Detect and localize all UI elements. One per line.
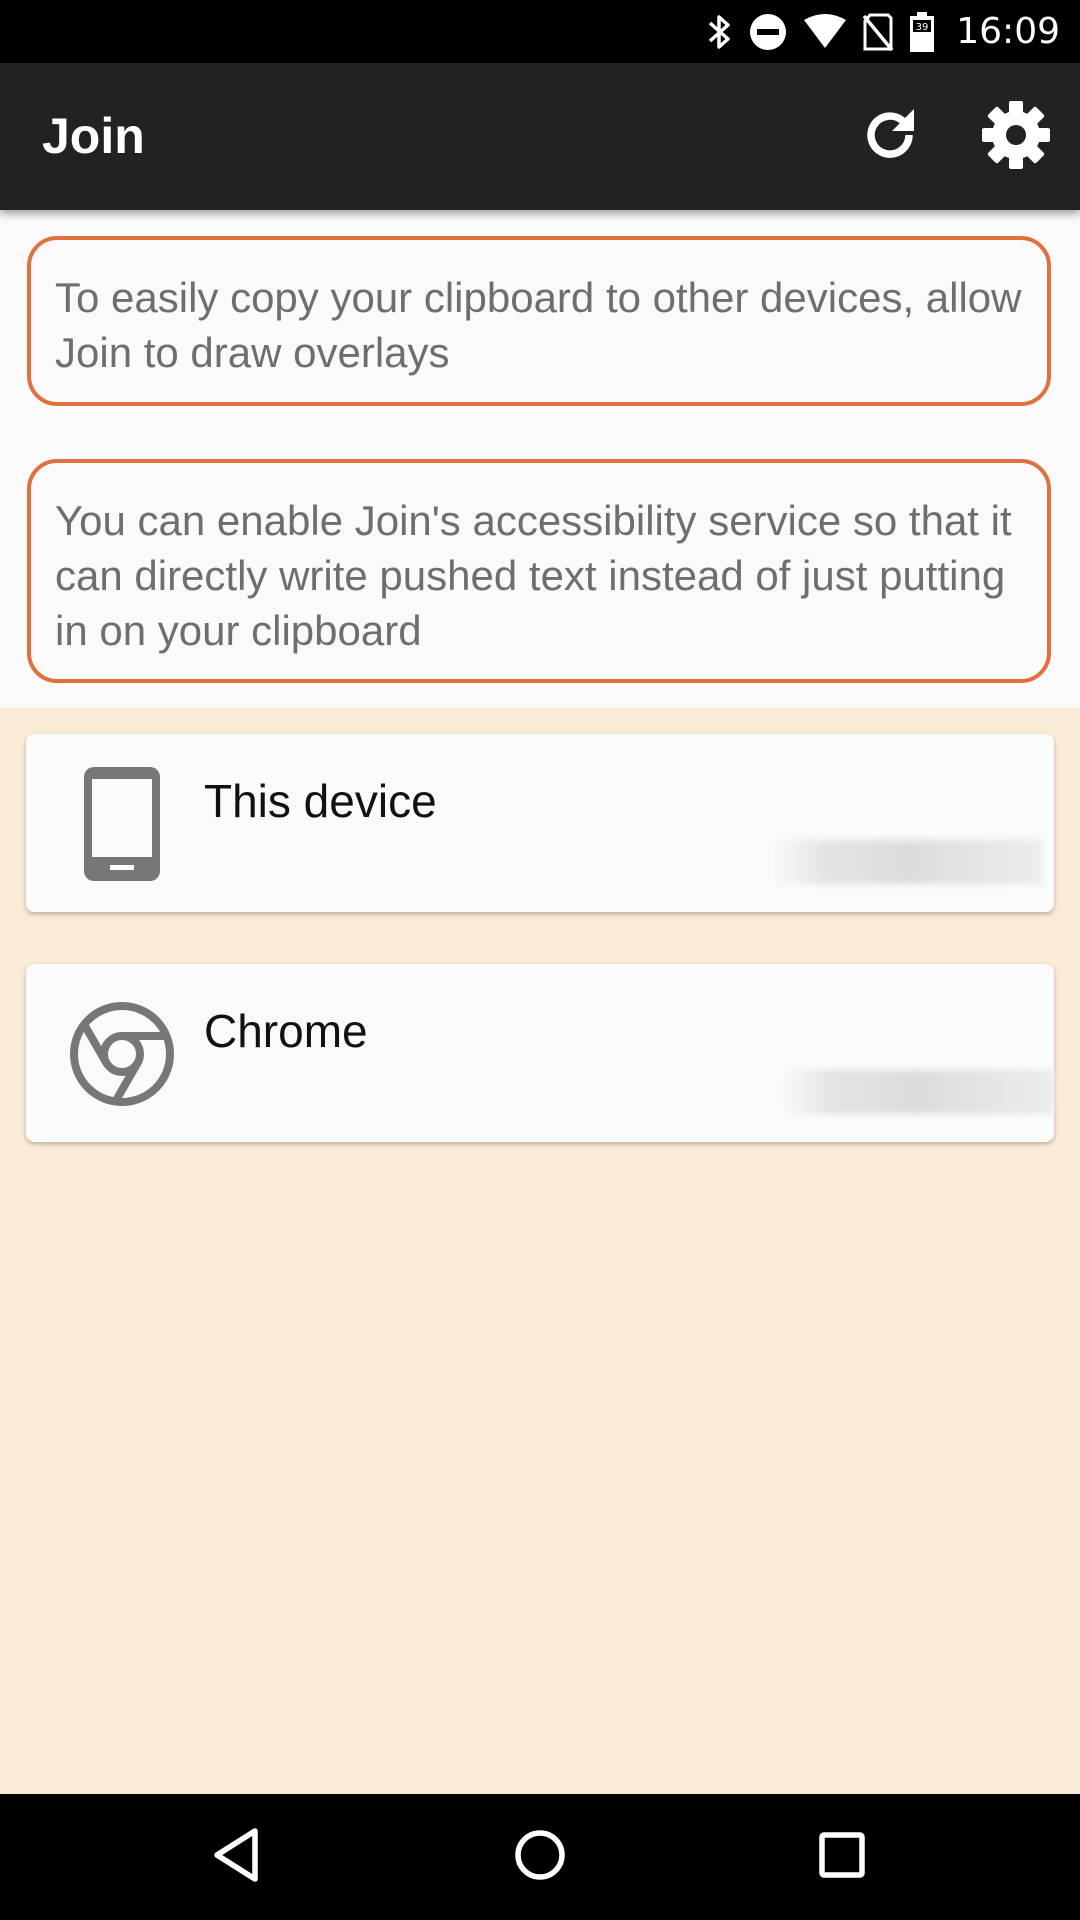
status-icons: 39 16:09	[706, 0, 1060, 63]
settings-gear-icon	[980, 99, 1052, 176]
notices-section: To easily copy your clipboard to other d…	[0, 210, 1080, 708]
chrome-icon	[58, 990, 186, 1118]
recents-icon	[817, 1830, 867, 1885]
home-button[interactable]	[500, 1817, 580, 1897]
wifi-icon	[802, 13, 848, 50]
device-status-redacted	[782, 1070, 1054, 1114]
overlay-permission-notice[interactable]: To easily copy your clipboard to other d…	[27, 236, 1051, 406]
no-sim-icon	[862, 12, 894, 52]
device-status-redacted	[774, 840, 1042, 884]
back-icon	[211, 1827, 261, 1888]
bluetooth-icon	[706, 13, 734, 51]
accessibility-service-notice[interactable]: You can enable Join's accessibility serv…	[27, 459, 1051, 683]
back-button[interactable]	[196, 1817, 276, 1897]
device-card-this-device[interactable]: This device	[26, 734, 1054, 912]
do-not-disturb-icon	[748, 12, 788, 52]
battery-level: 39	[916, 22, 929, 33]
device-name: This device	[204, 775, 437, 827]
battery-icon: 39	[908, 11, 936, 53]
clock: 16:09	[956, 11, 1060, 52]
refresh-button[interactable]	[852, 99, 928, 175]
navigation-bar	[0, 1794, 1080, 1920]
device-name: Chrome	[204, 1005, 368, 1057]
device-card-chrome[interactable]: Chrome	[26, 964, 1054, 1142]
settings-button[interactable]	[978, 99, 1054, 175]
recents-button[interactable]	[802, 1817, 882, 1897]
refresh-icon	[858, 103, 922, 172]
status-bar: 39 16:09	[0, 0, 1080, 63]
home-icon	[513, 1828, 567, 1887]
app-title: Join	[42, 108, 145, 164]
app-bar: Join	[0, 63, 1080, 210]
smartphone-icon	[58, 760, 186, 888]
